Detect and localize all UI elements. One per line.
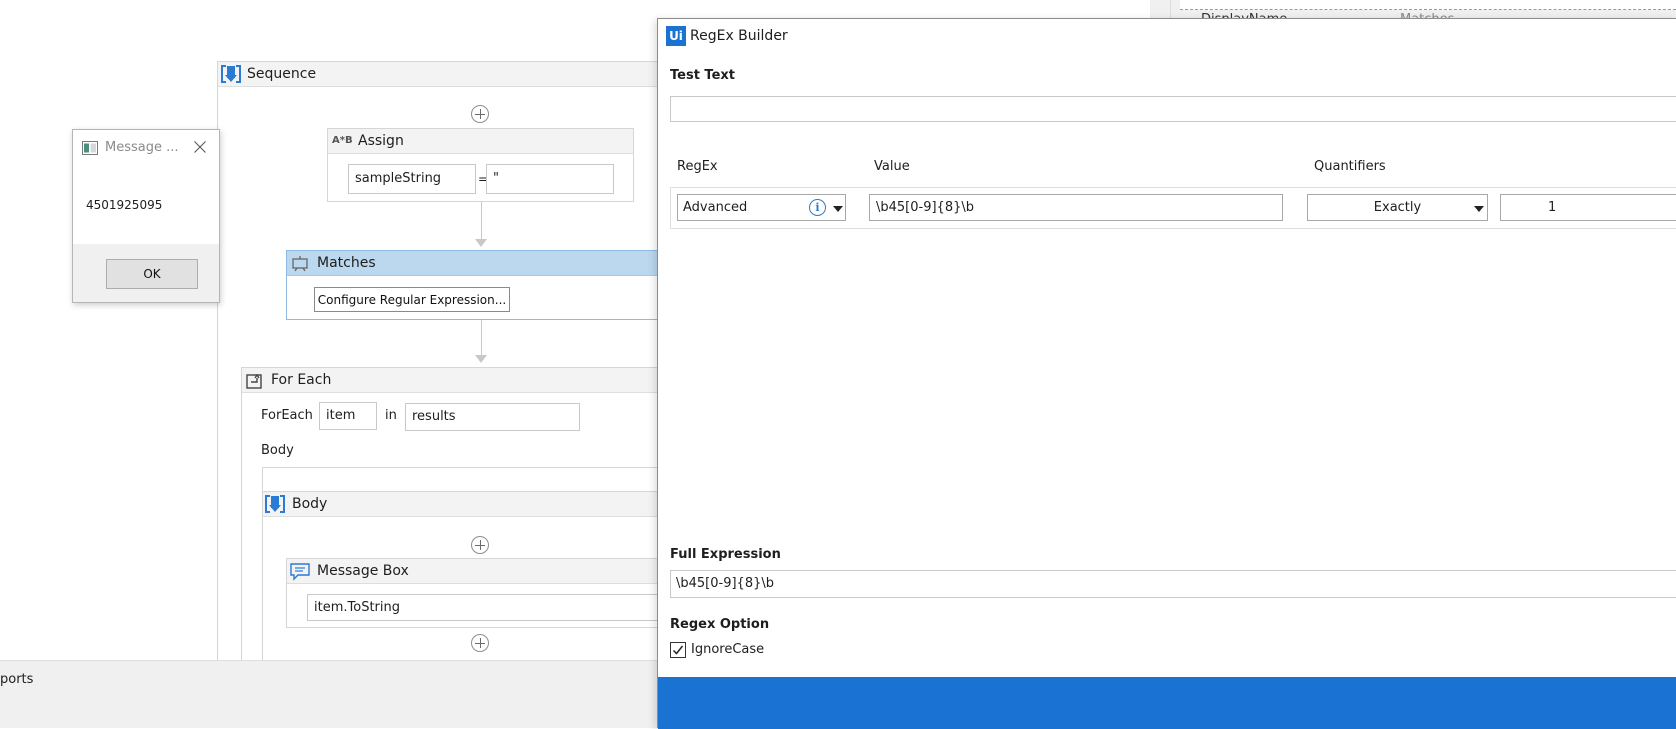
for-each-collection-input[interactable]: results [405,403,580,431]
quantifier-value: Exactly [1373,200,1422,215]
matches-title: Matches [317,255,376,271]
full-expression-label: Full Expression [670,547,781,562]
quantifier-count-input[interactable]: 1 [1500,194,1676,221]
regex-column-header: RegEx [677,159,718,174]
bottom-panel-tab[interactable]: ports [0,672,33,687]
connector-arrow [475,239,487,247]
checkmark-icon [672,645,684,655]
assign-to-input[interactable]: sampleString [348,164,476,194]
bottom-panel [0,660,660,728]
regex-builder-window[interactable]: Ui RegEx Builder Test Text RegEx Value Q… [657,18,1676,729]
connector-line [481,202,482,240]
add-activity-plus-icon[interactable] [471,536,489,554]
message-box-text-input[interactable]: item.ToString [307,594,667,621]
test-text-label: Test Text [670,68,735,83]
add-activity-plus-icon[interactable] [471,105,489,123]
full-expression-input[interactable]: \b45[0-9]{8}\b [670,570,1676,598]
connector-line [481,320,482,356]
configure-regex-button[interactable]: Configure Regular Expression... [314,287,510,312]
sequence-icon [221,64,241,84]
matches-header[interactable]: Matches [287,251,685,276]
for-each-header[interactable]: For Each [242,368,686,393]
message-dialog[interactable]: Message ... 4501925095 OK [72,129,220,303]
message-box-header[interactable]: Message Box [287,559,686,584]
chevron-down-icon[interactable] [833,206,843,212]
matches-icon [292,256,308,272]
ignore-case-label: IgnoreCase [691,642,765,657]
regex-value-input[interactable]: \b45[0-9]{8}\b [869,194,1283,221]
ok-button[interactable]: OK [106,259,198,289]
uipath-logo-text: Ui [669,29,683,43]
assign-activity[interactable]: A*B Assign sampleString = " [327,128,634,202]
info-icon[interactable]: i [809,199,826,216]
message-icon [290,563,310,581]
for-each-in-label: in [385,408,397,423]
sequence-title: Sequence [247,66,317,82]
assign-header[interactable]: A*B Assign [328,129,633,154]
message-dialog-title: Message ... [105,140,179,155]
window-icon [82,141,98,155]
uipath-logo-icon: Ui [666,26,686,46]
sequence-header[interactable]: Sequence [218,62,686,87]
test-text-input[interactable] [670,96,1676,122]
for-each-body-label: Body [261,443,294,458]
assign-title: Assign [358,133,404,149]
message-dialog-text: 4501925095 [86,198,163,212]
sequence-icon [265,494,285,514]
matches-activity[interactable]: Matches Configure Regular Expression... [286,250,686,320]
body-sequence-title: Body [292,496,328,512]
ignore-case-checkbox[interactable] [670,642,686,658]
for-each-keyword: ForEach [261,408,313,423]
quantifiers-column-header: Quantifiers [1314,159,1386,174]
for-each-icon [246,373,262,389]
quantifier-select[interactable]: Exactly [1307,194,1488,221]
regex-builder-title: RegEx Builder [690,28,788,44]
add-activity-plus-icon[interactable] [471,634,489,652]
message-box-activity[interactable]: Message Box item.ToString [286,558,687,628]
assign-icon: A*B [332,135,353,146]
regex-type-value: Advanced [683,200,748,215]
message-box-title: Message Box [317,563,409,579]
value-column-header: Value [874,159,910,174]
assign-value-input[interactable]: " [486,164,614,194]
chevron-down-icon[interactable] [1474,206,1484,212]
for-each-title: For Each [271,372,332,388]
regex-builder-footer-bar [658,677,1676,729]
close-icon[interactable] [194,141,206,153]
body-sequence-header[interactable]: Body [263,492,686,517]
connector-arrow [475,355,487,363]
for-each-item-input[interactable]: item [319,402,377,430]
properties-grid [1180,0,1676,10]
regex-option-label: Regex Option [670,617,770,632]
quantifier-count-value: 1 [1548,200,1557,215]
